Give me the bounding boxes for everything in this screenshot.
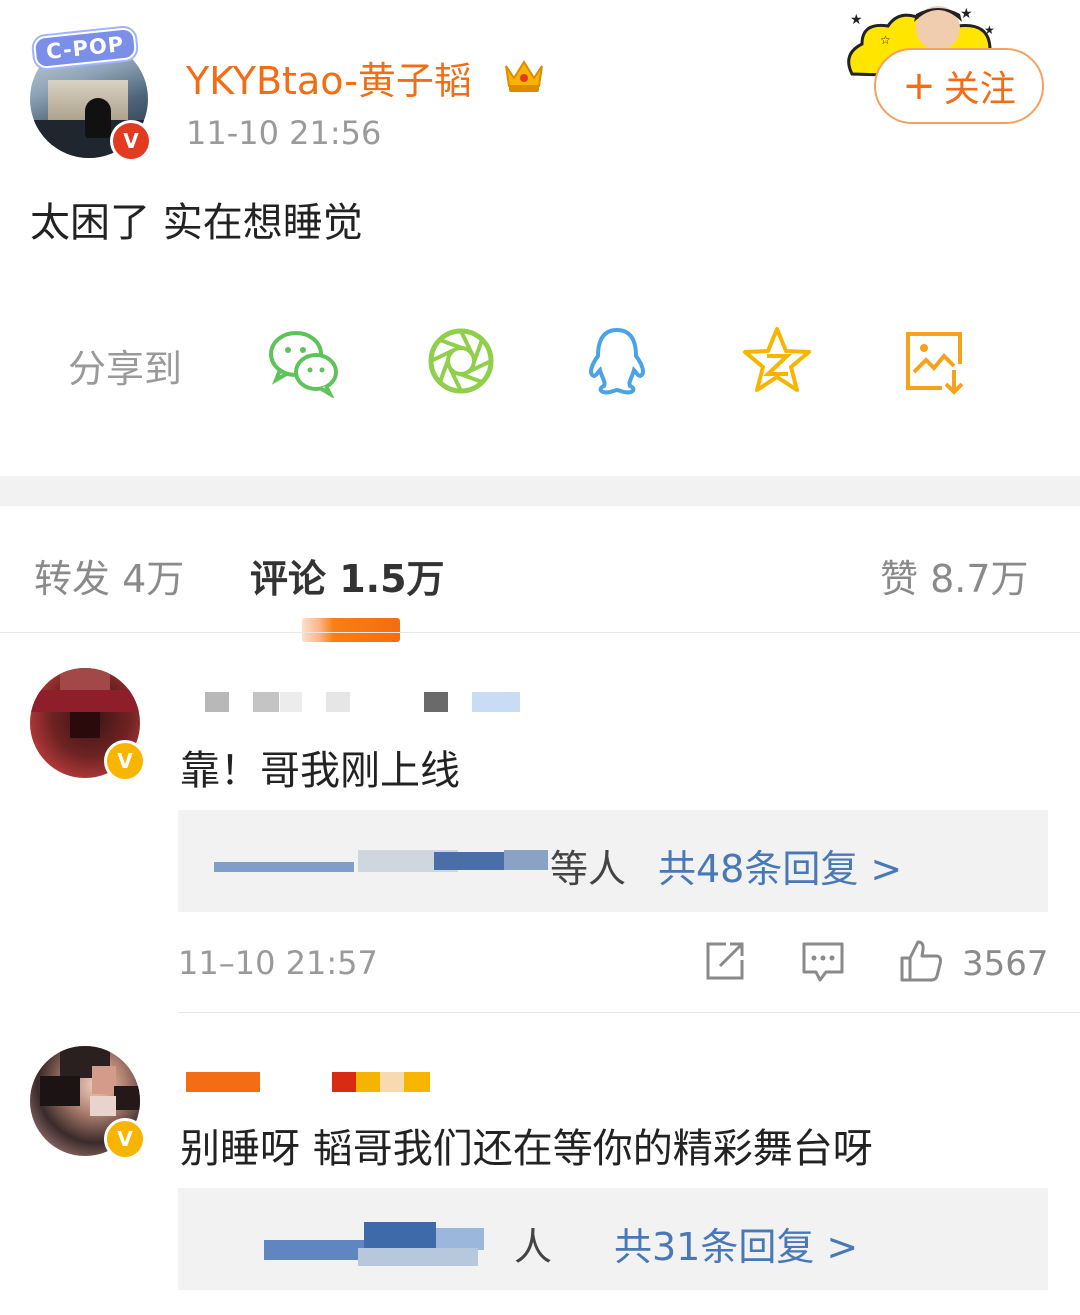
redacted-reply-names	[434, 852, 504, 870]
svg-text:★: ★	[850, 12, 863, 28]
redacted-reply-names	[358, 1248, 478, 1266]
like-icon[interactable]	[898, 938, 944, 984]
redacted-username	[186, 1072, 260, 1092]
redacted-reply-names	[436, 1228, 484, 1250]
redacted-username	[332, 1072, 356, 1092]
tab-active-indicator	[302, 618, 400, 642]
redacted-reply-names	[264, 1240, 364, 1260]
verified-badge: V	[104, 740, 146, 782]
svg-text:★: ★	[984, 23, 995, 37]
qq-icon[interactable]	[580, 324, 654, 398]
moments-icon[interactable]	[424, 324, 498, 398]
redacted-username	[205, 692, 229, 712]
redacted-username	[280, 692, 302, 712]
pixelation-block	[92, 1066, 116, 1094]
comment-icon[interactable]	[800, 938, 846, 984]
reply-preview[interactable]: 人 共31条回复 >	[178, 1188, 1048, 1290]
tab-repost[interactable]: 转发 4万	[34, 548, 184, 603]
crown-icon	[505, 60, 543, 92]
pixelation-block	[90, 1096, 116, 1116]
redacted-username	[424, 692, 448, 712]
svg-text:★: ★	[960, 6, 973, 22]
pixelation-block	[40, 1076, 80, 1106]
reply-count-link[interactable]: 共31条回复 >	[614, 1216, 858, 1271]
redacted-reply-names	[504, 850, 548, 870]
post-body: 太困了 实在想睡觉	[30, 200, 363, 246]
reply-names-suffix: 人	[514, 1225, 553, 1269]
pixelation-block	[70, 712, 100, 738]
qzone-icon[interactable]	[740, 324, 814, 398]
redacted-reply-names	[364, 1222, 436, 1248]
verified-badge: V	[104, 1118, 146, 1160]
comment-divider	[178, 1012, 1080, 1013]
author-name[interactable]: YKYBtao-黄子韬	[186, 50, 472, 105]
pixelation-block	[114, 1086, 140, 1110]
redacted-username	[472, 692, 520, 712]
share-label: 分享到	[68, 347, 183, 391]
redacted-reply-names	[214, 862, 354, 872]
pixelation-block	[30, 690, 140, 712]
reply-names-suffix: 等人	[550, 847, 627, 891]
tab-comments[interactable]: 评论 1.5万	[250, 548, 445, 603]
avatar-photo-person	[85, 98, 111, 138]
save-image-icon[interactable]	[898, 324, 972, 398]
verified-badge: V	[110, 120, 152, 162]
redacted-username	[380, 1072, 404, 1092]
redacted-username	[356, 1072, 380, 1092]
tab-likes[interactable]: 赞 8.7万	[880, 548, 1029, 603]
redacted-username	[253, 692, 279, 712]
follow-button[interactable]: + 关注	[874, 48, 1044, 124]
reply-preview[interactable]: 等人 共48条回复 >	[178, 810, 1048, 912]
tab-divider	[0, 632, 1080, 633]
post-timestamp: 11-10 21:56	[186, 114, 382, 152]
plus-icon: +	[902, 63, 936, 109]
section-divider	[0, 476, 1080, 506]
comment-text: 靠！哥我刚上线	[180, 748, 460, 794]
repost-icon[interactable]	[702, 938, 748, 984]
like-count: 3567	[962, 944, 1049, 984]
svg-text:☆: ☆	[880, 33, 891, 47]
reply-count-link[interactable]: 共48条回复 >	[658, 838, 902, 893]
comment-text: 别睡呀 韬哥我们还在等你的精彩舞台呀	[180, 1126, 873, 1172]
redacted-username	[404, 1072, 430, 1092]
wechat-icon[interactable]	[266, 324, 340, 398]
follow-label: 关注	[943, 69, 1016, 110]
comment-timestamp: 11–10 21:57	[178, 944, 378, 982]
redacted-username	[326, 692, 350, 712]
